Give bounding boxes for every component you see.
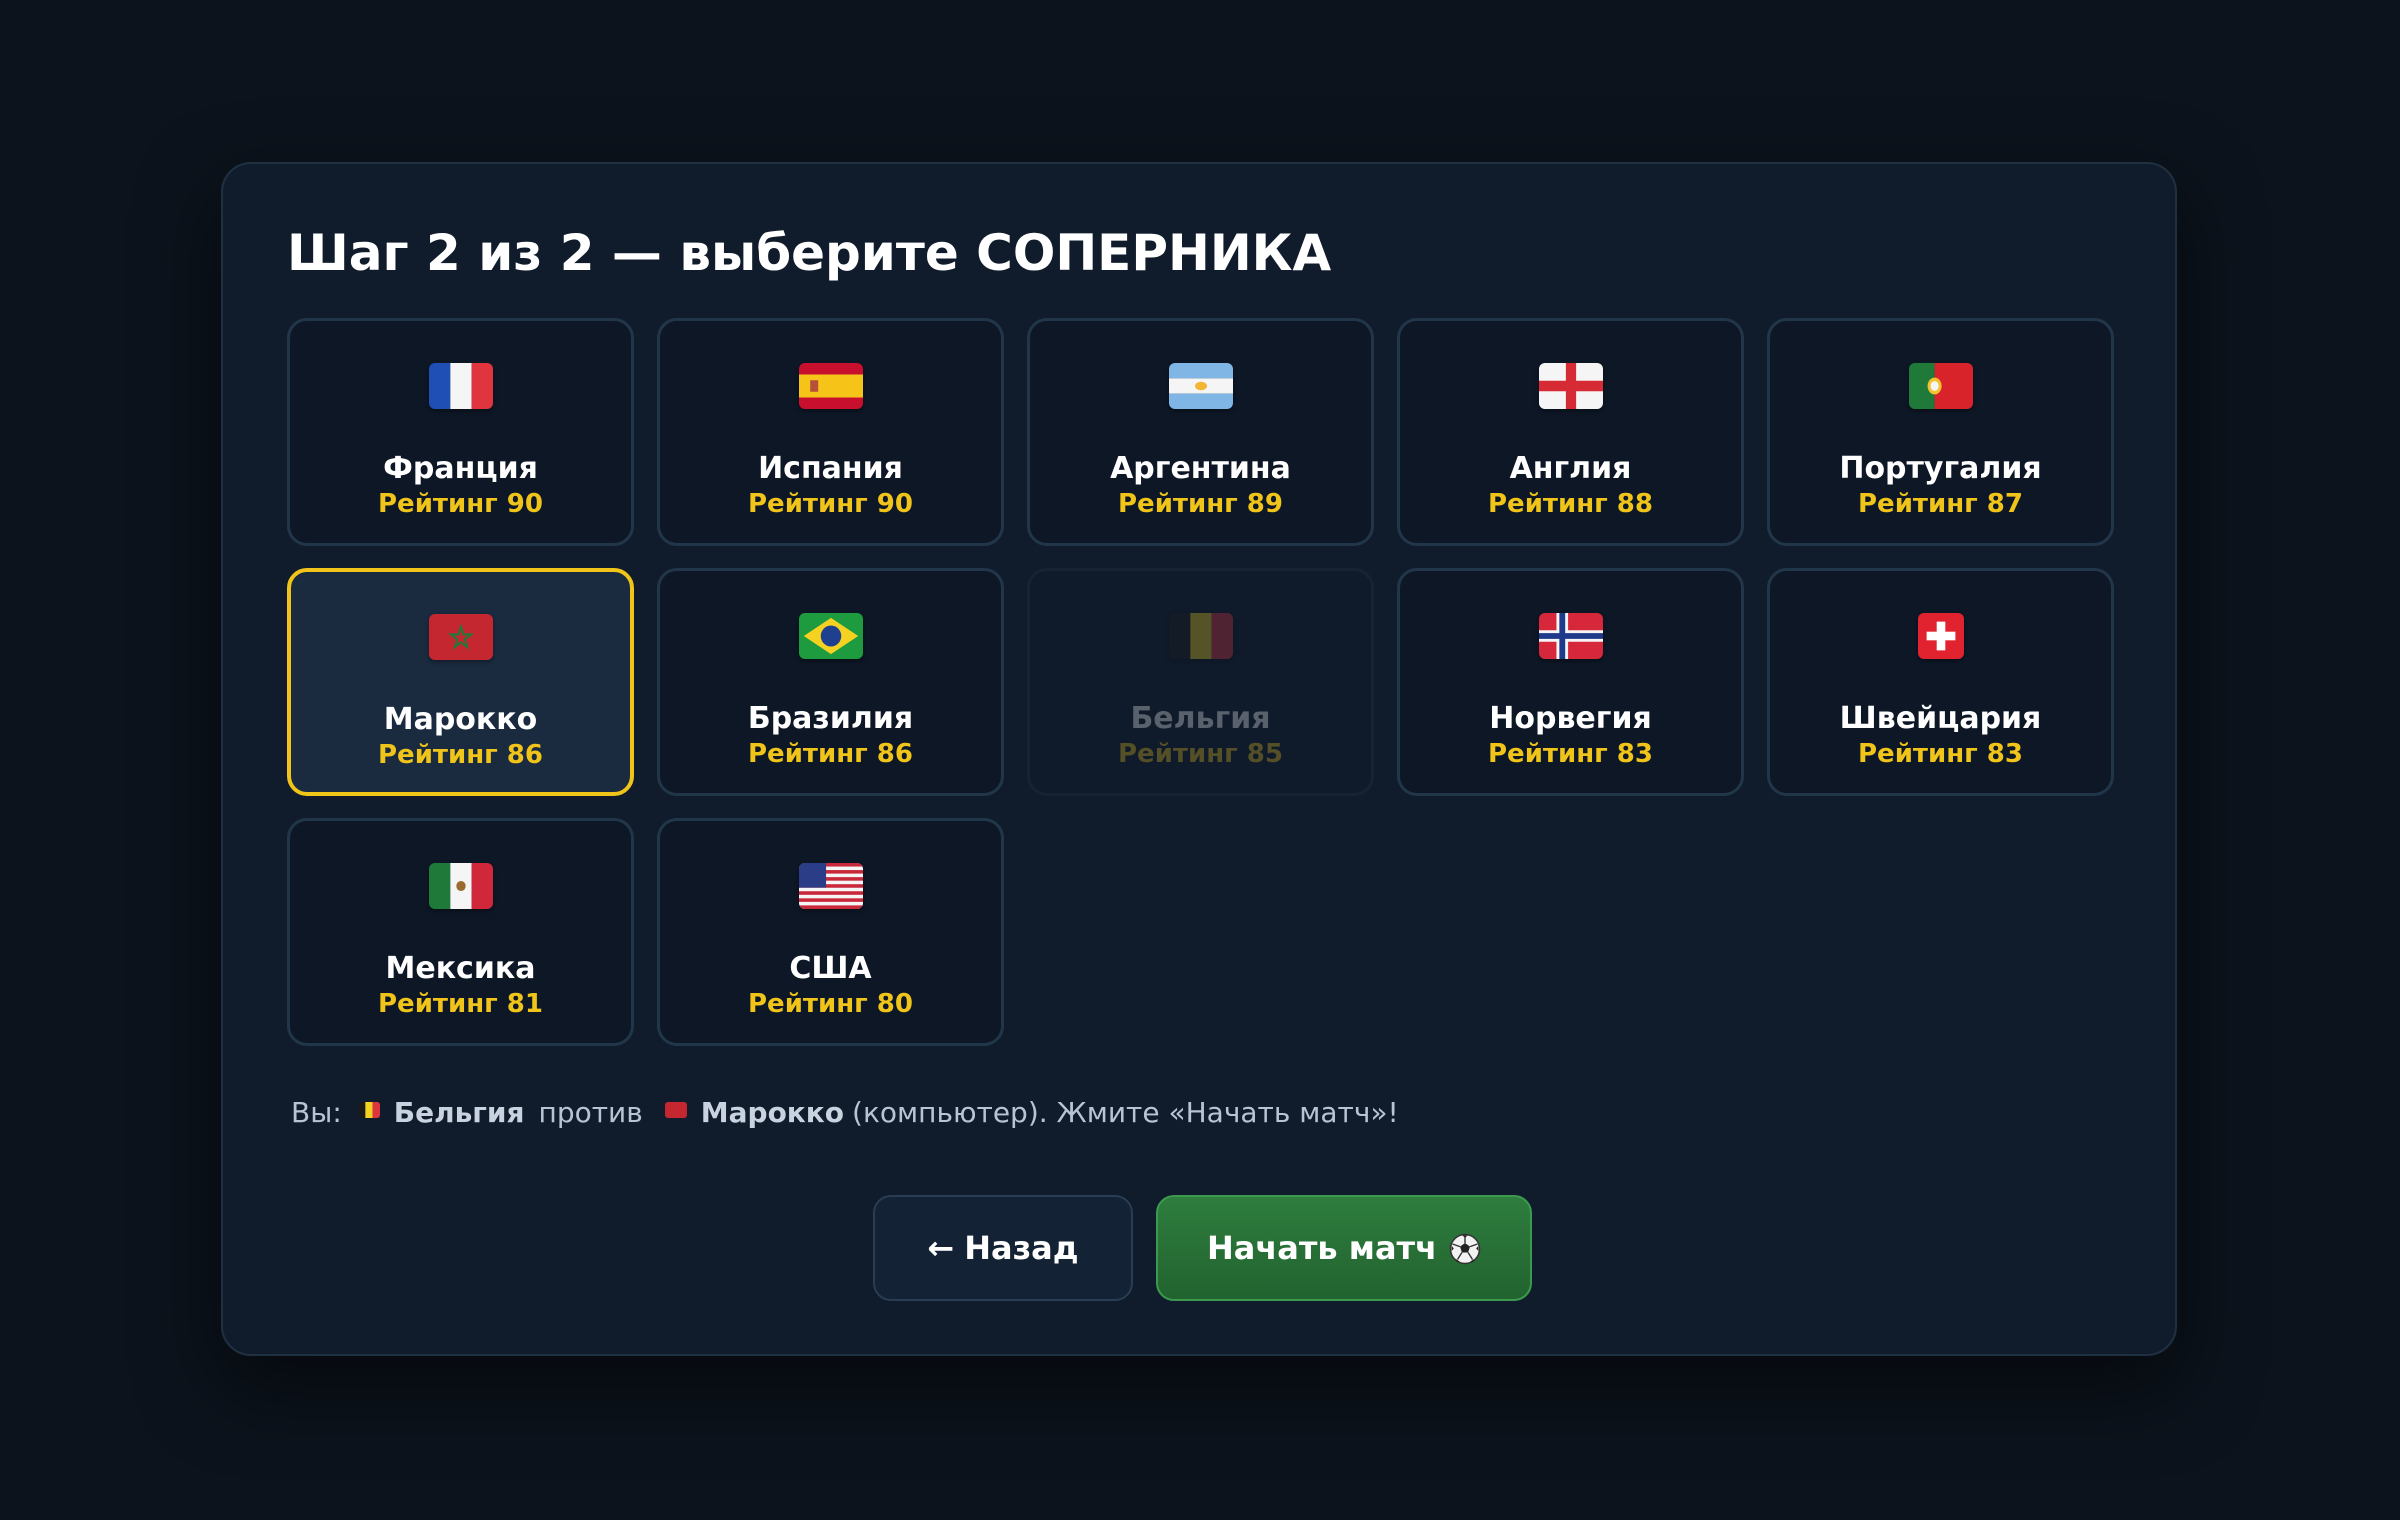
team-card-switzerland[interactable]: Швейцария Рейтинг 83 [1767, 568, 2114, 796]
team-name: Португалия [1839, 451, 2042, 486]
match-summary: Вы: Бельгия против Марокко (компьютер). … [291, 1096, 1399, 1129]
team-name: Испания [758, 451, 903, 486]
flag-argentina-icon [1168, 363, 1233, 409]
team-rating: Рейтинг 87 [1858, 489, 2023, 519]
flag-england-icon [1538, 363, 1603, 409]
flag-portugal-icon [1908, 363, 1973, 409]
summary-vs: против [538, 1096, 643, 1129]
flag-brazil-icon [798, 613, 863, 659]
page-title: Шаг 2 из 2 — выберите СОПЕРНИКА [287, 224, 1332, 282]
start-match-button[interactable]: Начать матч [1156, 1195, 1532, 1301]
team-card-usa[interactable]: США Рейтинг 80 [657, 818, 1004, 1046]
team-rating: Рейтинг 83 [1858, 739, 2023, 769]
team-name: Бразилия [747, 701, 914, 736]
team-card-mexico[interactable]: Мексика Рейтинг 81 [287, 818, 634, 1046]
team-name: Норвегия [1489, 701, 1652, 736]
soccer-ball-icon [1449, 1233, 1481, 1265]
team-card-belgium: Бельгия Рейтинг 85 [1027, 568, 1374, 796]
team-name: Бельгия [1130, 701, 1271, 736]
flag-mexico-icon [428, 863, 493, 909]
team-rating: Рейтинг 81 [378, 989, 543, 1019]
team-name: Марокко [383, 702, 538, 737]
team-name: Англия [1509, 451, 1632, 486]
team-rating: Рейтинг 90 [748, 489, 913, 519]
flag-switzerland-icon [1917, 613, 1964, 659]
team-rating: Рейтинг 89 [1118, 489, 1283, 519]
flag-france-icon [428, 363, 493, 409]
team-name: Франция [383, 451, 538, 486]
team-rating: Рейтинг 86 [378, 740, 543, 770]
team-name: Швейцария [1839, 701, 2042, 736]
summary-you-label: Вы: [291, 1096, 342, 1129]
flag-belgium-icon [357, 1101, 380, 1118]
team-name: Мексика [385, 951, 536, 986]
back-button-label: Назад [964, 1229, 1079, 1267]
team-rating: Рейтинг 86 [748, 739, 913, 769]
summary-tail: (компьютер). Жмите «Начать матч»! [852, 1096, 1399, 1129]
back-button[interactable]: ← Назад [873, 1195, 1133, 1301]
team-grid: Франция Рейтинг 90 Испания Рейтинг 90 Ар… [287, 318, 2116, 1046]
flag-morocco-icon [664, 1101, 687, 1118]
team-card-france[interactable]: Франция Рейтинг 90 [287, 318, 634, 546]
team-card-norway[interactable]: Норвегия Рейтинг 83 [1397, 568, 1744, 796]
flag-usa-icon [798, 863, 863, 909]
team-card-argentina[interactable]: Аргентина Рейтинг 89 [1027, 318, 1374, 546]
team-name: Аргентина [1110, 451, 1291, 486]
summary-you-team: Бельгия [393, 1096, 525, 1129]
team-card-brazil[interactable]: Бразилия Рейтинг 86 [657, 568, 1004, 796]
team-rating: Рейтинг 85 [1118, 739, 1283, 769]
flag-spain-icon [798, 363, 863, 409]
flag-belgium-icon [1168, 613, 1233, 659]
flag-morocco-icon [428, 614, 493, 660]
opponent-selection-panel: Шаг 2 из 2 — выберите СОПЕРНИКА Франция … [221, 162, 2177, 1356]
team-card-morocco[interactable]: Марокко Рейтинг 86 [287, 568, 634, 796]
team-card-spain[interactable]: Испания Рейтинг 90 [657, 318, 1004, 546]
start-match-label: Начать матч [1206, 1229, 1438, 1267]
team-rating: Рейтинг 90 [378, 489, 543, 519]
flag-norway-icon [1538, 613, 1603, 659]
team-rating: Рейтинг 88 [1488, 489, 1653, 519]
team-card-england[interactable]: Англия Рейтинг 88 [1397, 318, 1744, 546]
team-rating: Рейтинг 80 [748, 989, 913, 1019]
summary-opponent-team: Марокко [700, 1096, 845, 1129]
team-name: США [789, 951, 872, 986]
team-card-portugal[interactable]: Португалия Рейтинг 87 [1767, 318, 2114, 546]
team-rating: Рейтинг 83 [1488, 739, 1653, 769]
arrow-left-icon: ← [927, 1229, 955, 1267]
